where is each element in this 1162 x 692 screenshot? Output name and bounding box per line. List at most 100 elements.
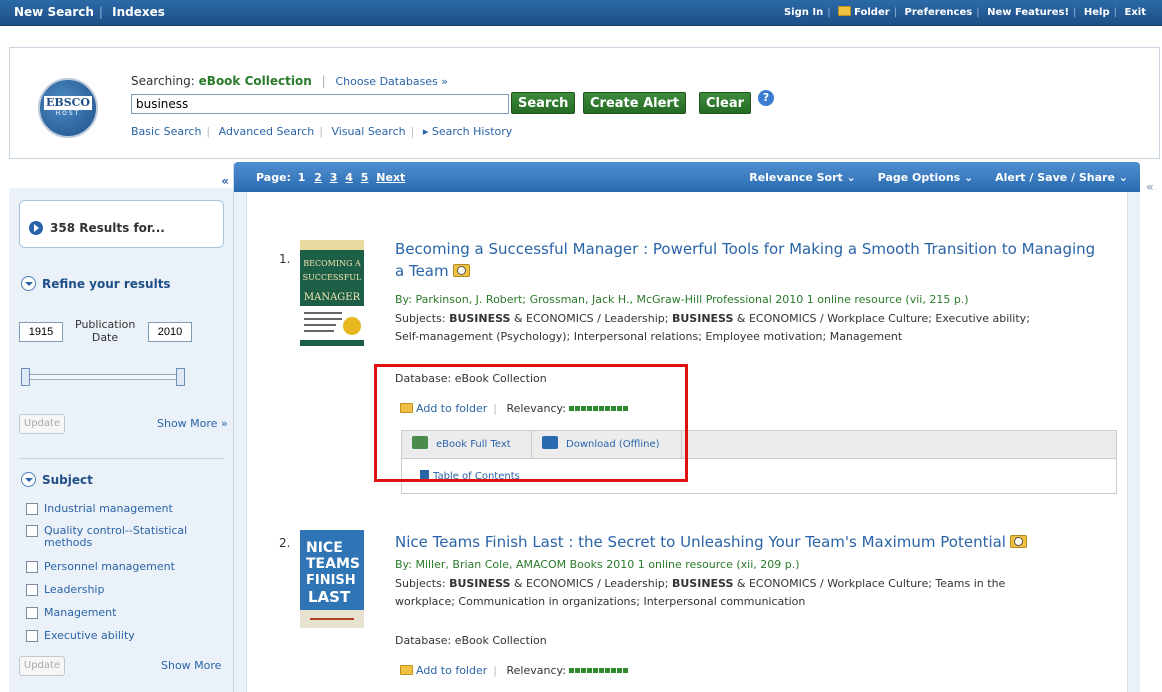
new-features-link[interactable]: New Features! — [983, 7, 1073, 18]
separator: | — [321, 74, 326, 88]
ebscohost-logo[interactable]: EBSCO HOST — [38, 78, 98, 138]
page-3-link[interactable]: 3 — [328, 171, 340, 184]
page-options-dropdown[interactable]: Page Options ⌄ — [860, 171, 974, 184]
date-slider-track[interactable] — [21, 374, 185, 380]
visual-search-link[interactable]: Visual Search — [331, 125, 405, 138]
new-search-link[interactable]: New Search — [14, 5, 99, 19]
result-subjects: Subjects: BUSINESS & ECONOMICS / Leaders… — [395, 575, 1005, 611]
year-from-field[interactable] — [19, 322, 63, 342]
search-history-link[interactable]: ▸ Search History — [423, 125, 512, 138]
play-circle-icon — [29, 221, 43, 235]
refine-results-label: Refine your results — [42, 277, 171, 291]
cover-top-band — [300, 240, 364, 250]
cover-title-line: TEAMS — [306, 556, 360, 572]
subject-facet-item[interactable]: Management — [26, 607, 116, 619]
subject-text: Self-management (Psychology); Interperso… — [395, 330, 903, 343]
relevancy-meter — [568, 668, 629, 673]
help-icon[interactable]: ? — [758, 90, 774, 106]
relevance-sort-dropdown[interactable]: Relevance Sort ⌄ — [731, 171, 856, 184]
subject-facet-item[interactable]: Executive ability — [26, 630, 135, 642]
subject-facet-item[interactable]: Quality control--Statistical methods — [26, 525, 187, 549]
separator: | — [893, 7, 898, 18]
search-area: EBSCO HOST Searching: eBook Collection |… — [9, 47, 1160, 159]
separator: | — [827, 7, 831, 18]
subject-facet-item[interactable]: Leadership — [26, 584, 104, 596]
page-2-link[interactable]: 2 — [312, 171, 324, 184]
subject-heading-label: Subject — [42, 473, 93, 487]
subject-text: & ECONOMICS / Workplace Culture; Executi… — [733, 312, 1030, 325]
preferences-link[interactable]: Preferences — [901, 7, 977, 18]
subject-label: Industrial management — [44, 502, 173, 515]
subject-text: & ECONOMICS / Leadership; — [510, 577, 672, 590]
result-title-line1: Becoming a Successful Manager : Powerful… — [395, 240, 1096, 258]
year-to-field[interactable] — [148, 322, 192, 342]
next-page-link[interactable]: Next — [374, 171, 407, 184]
subject-facet-item[interactable]: Personnel management — [26, 561, 175, 573]
folder-icon — [400, 665, 413, 675]
cover-title-line: BECOMING A — [303, 259, 361, 268]
subject-keyword: BUSINESS — [449, 312, 511, 325]
result-number: 2. — [279, 536, 291, 550]
result-title-link[interactable]: Nice Teams Finish Last : the Secret to U… — [395, 531, 1027, 553]
checkbox[interactable] — [26, 503, 38, 515]
checkbox[interactable] — [26, 561, 38, 573]
searching-label: Searching: — [131, 74, 195, 88]
logo-host-text: HOST — [55, 110, 81, 117]
results-count: 358 Results for... — [50, 221, 165, 235]
search-button[interactable]: Search — [511, 92, 576, 114]
add-to-folder-link[interactable]: Add to folder — [400, 664, 487, 677]
show-more-link[interactable]: Show More » — [157, 417, 228, 430]
checkbox[interactable] — [26, 584, 38, 596]
relevancy-label: Relevancy: — [506, 664, 566, 677]
sign-in-link[interactable]: Sign In — [780, 7, 827, 18]
search-mode-links: Basic Search | Advanced Search | Visual Se… — [131, 125, 512, 138]
pagination: Page: 1 2 3 4 5 Next — [256, 171, 407, 184]
publication-date-label-line2: Date — [91, 331, 119, 344]
folder-link-label: Folder — [854, 7, 890, 18]
collapse-right-icon[interactable]: « — [1146, 180, 1154, 194]
folder-icon — [838, 6, 852, 16]
preview-magnifier-icon[interactable] — [1009, 535, 1027, 548]
show-more-link[interactable]: Show More — [161, 659, 221, 672]
create-alert-button[interactable]: Create Alert — [583, 92, 687, 114]
book-cover-image[interactable]: BECOMING A SUCCESSFUL MANAGER — [300, 240, 364, 346]
collapse-sidebar-icon[interactable]: « — [221, 174, 229, 188]
refine-results-heading[interactable]: Refine your results — [21, 276, 171, 291]
date-slider-max-handle[interactable] — [176, 368, 185, 386]
checkbox[interactable] — [26, 525, 38, 537]
exit-link[interactable]: Exit — [1121, 7, 1151, 18]
checkbox[interactable] — [26, 630, 38, 642]
cover-text-lines — [304, 324, 336, 326]
separator: | — [98, 5, 103, 19]
indexes-link[interactable]: Indexes — [112, 5, 170, 19]
logo-ebsco-text: EBSCO — [44, 96, 92, 110]
database-name: eBook Collection — [198, 74, 312, 88]
book-cover-image[interactable]: NICE TEAMS FINISH LAST — [300, 530, 364, 628]
subject-facet-heading[interactable]: Subject — [21, 472, 93, 487]
subject-facet-item[interactable]: Industrial management — [26, 503, 173, 515]
page-5-link[interactable]: 5 — [359, 171, 371, 184]
folder-link[interactable]: Folder — [834, 6, 894, 18]
result-actions: Add to folder | Relevancy: — [400, 664, 629, 677]
update-button[interactable]: Update — [19, 656, 65, 676]
checkbox[interactable] — [26, 607, 38, 619]
subject-label: Management — [44, 606, 117, 619]
result-title-link[interactable]: Becoming a Successful Manager : Powerful… — [395, 238, 1095, 282]
help-link[interactable]: Help — [1080, 7, 1114, 18]
date-slider-min-handle[interactable] — [21, 368, 30, 386]
page-4-link[interactable]: 4 — [343, 171, 355, 184]
cover-title-line: SUCCESSFUL — [303, 273, 362, 282]
clear-button[interactable]: Clear — [699, 92, 751, 114]
choose-databases-link[interactable]: Choose Databases » — [335, 75, 448, 88]
collapse-circle-icon — [21, 472, 36, 487]
search-input[interactable] — [131, 94, 509, 114]
preview-magnifier-icon[interactable] — [452, 264, 470, 277]
cover-title-line: LAST — [308, 588, 351, 606]
advanced-search-link[interactable]: Advanced Search — [219, 125, 315, 138]
basic-search-link[interactable]: Basic Search — [131, 125, 201, 138]
alert-save-share-dropdown[interactable]: Alert / Save / Share ⌄ — [977, 171, 1128, 184]
separator: | — [410, 125, 415, 138]
update-button[interactable]: Update — [19, 414, 65, 434]
subject-keyword: BUSINESS — [671, 312, 734, 325]
result-title-line1: Nice Teams Finish Last : the Secret to U… — [395, 533, 1006, 551]
